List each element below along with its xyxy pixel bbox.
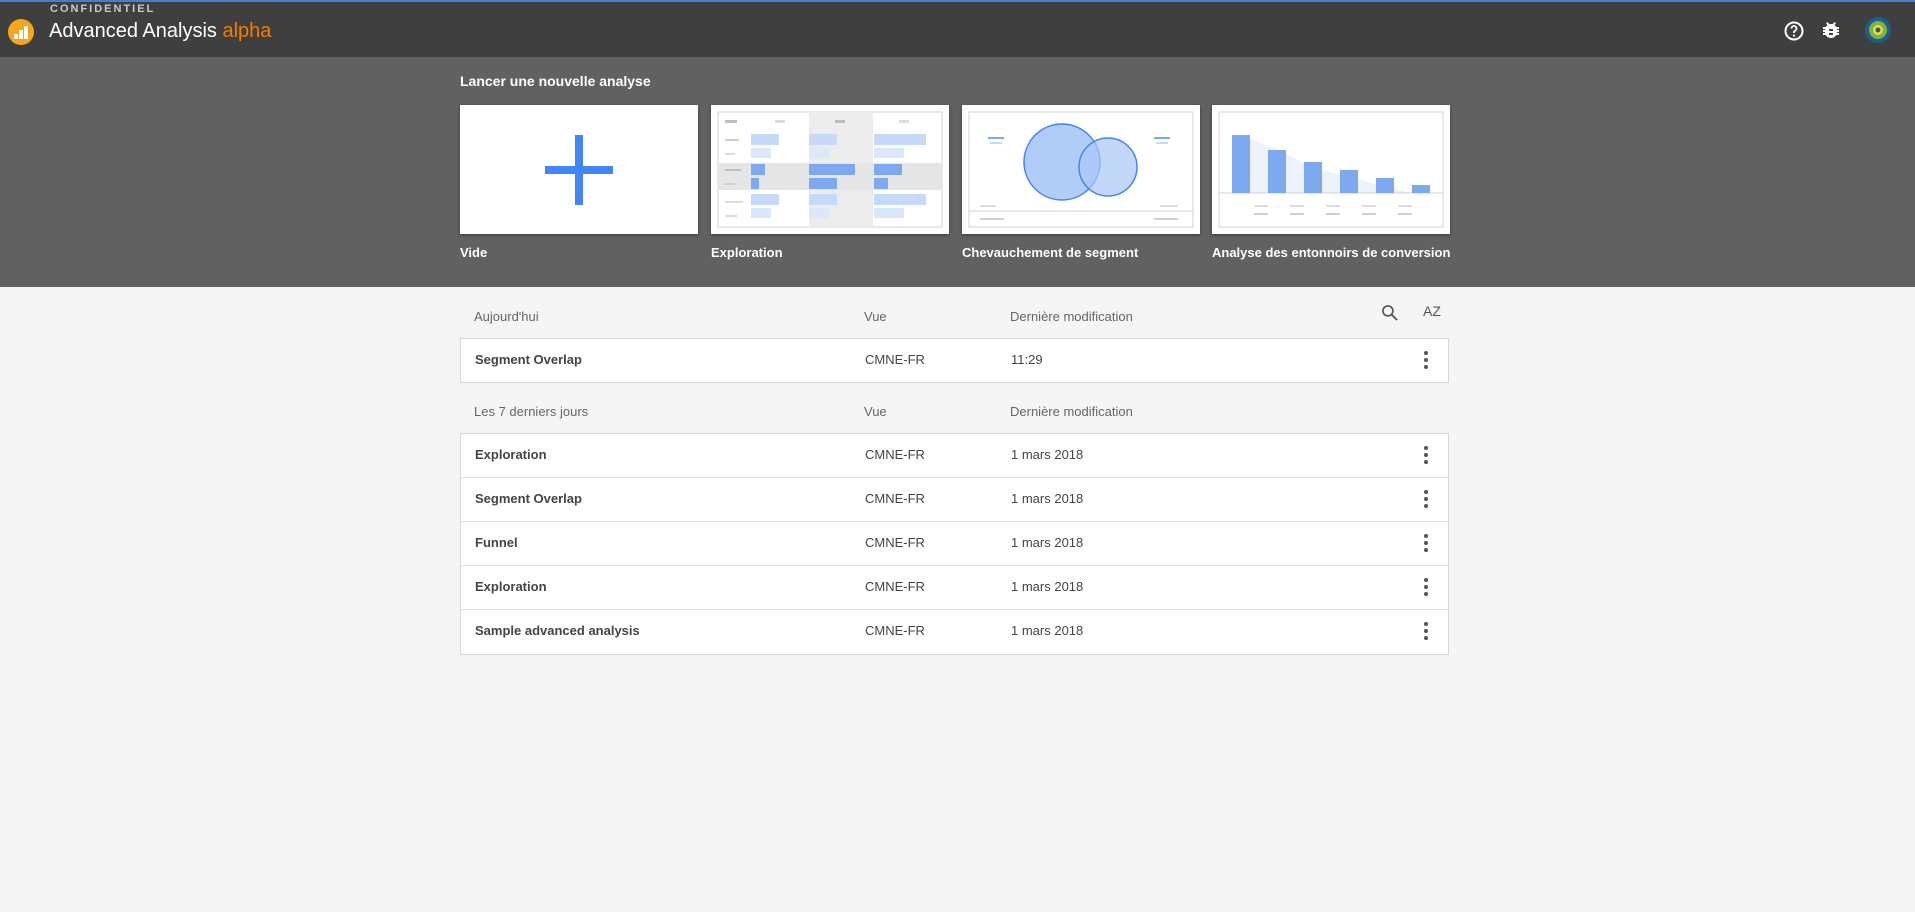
avatar[interactable]: [1864, 16, 1892, 44]
bug-report-icon[interactable]: [1819, 19, 1843, 43]
table-row[interactable]: Sample advanced analysis CMNE-FR 1 mars …: [461, 610, 1448, 654]
row-modified: 1 mars 2018: [1011, 623, 1084, 638]
row-name: Segment Overlap: [475, 352, 582, 367]
row-modified: 1 mars 2018: [1011, 579, 1084, 594]
help-icon[interactable]: [1782, 19, 1806, 43]
row-view: CMNE-FR: [865, 579, 925, 594]
template-card-funnel[interactable]: [1212, 105, 1450, 234]
row-modified: 11:29: [1011, 352, 1043, 367]
more-options-icon[interactable]: [1424, 534, 1428, 552]
app-title-text: Advanced Analysis: [49, 20, 217, 42]
last7-heading: Les 7 derniers jours: [474, 404, 589, 419]
template-card-exploration[interactable]: [711, 105, 949, 234]
row-name: Exploration: [475, 447, 547, 462]
last7-table: Exploration CMNE-FR 1 mars 2018 Segment …: [460, 433, 1449, 655]
search-icon[interactable]: [1380, 303, 1400, 323]
today-col-view: Vue: [864, 309, 887, 324]
new-analysis-title: Lancer une nouvelle analyse: [460, 73, 651, 89]
table-row[interactable]: Exploration CMNE-FR 1 mars 2018: [461, 566, 1448, 610]
sort-az-button[interactable]: AZ: [1423, 303, 1441, 319]
template-label-blank: Vide: [460, 245, 488, 260]
template-card-segment-overlap[interactable]: [962, 105, 1200, 234]
venn-thumbnail-icon: [968, 111, 1194, 228]
template-label-funnel: Analyse des entonnoirs de conversion: [1212, 245, 1451, 260]
last7-col-modified: Dernière modification: [1010, 404, 1133, 419]
row-name: Exploration: [475, 579, 547, 594]
row-name: Funnel: [475, 535, 518, 550]
more-options-icon[interactable]: [1424, 490, 1428, 508]
row-view: CMNE-FR: [865, 447, 925, 462]
last7-col-view: Vue: [864, 404, 887, 419]
top-bar: CONFIDENTIEL Advanced Analysis alpha: [0, 0, 1915, 57]
template-label-exploration: Exploration: [711, 245, 783, 260]
row-view: CMNE-FR: [865, 491, 925, 506]
confidential-label: CONFIDENTIEL: [50, 3, 156, 15]
new-analysis-panel: Lancer une nouvelle analyse Vide Explora…: [0, 57, 1915, 287]
plus-icon: [545, 135, 613, 205]
today-table: Segment Overlap CMNE-FR 11:29: [460, 338, 1449, 383]
row-view: CMNE-FR: [865, 352, 925, 367]
row-modified: 1 mars 2018: [1011, 535, 1084, 550]
row-name: Sample advanced analysis: [475, 623, 640, 638]
table-row[interactable]: Exploration CMNE-FR 1 mars 2018: [461, 434, 1448, 478]
app-title: Advanced Analysis alpha: [49, 20, 271, 43]
template-card-blank[interactable]: [460, 105, 698, 234]
table-row[interactable]: Segment Overlap CMNE-FR 1 mars 2018: [461, 478, 1448, 522]
more-options-icon[interactable]: [1424, 351, 1428, 369]
row-view: CMNE-FR: [865, 623, 925, 638]
exploration-thumbnail-icon: [717, 111, 943, 228]
sort-az-label: AZ: [1423, 303, 1441, 319]
more-options-icon[interactable]: [1424, 578, 1428, 596]
table-row[interactable]: Segment Overlap CMNE-FR 11:29: [461, 339, 1448, 382]
more-options-icon[interactable]: [1424, 622, 1428, 640]
more-options-icon[interactable]: [1424, 446, 1428, 464]
row-modified: 1 mars 2018: [1011, 447, 1084, 462]
row-name: Segment Overlap: [475, 491, 582, 506]
analytics-logo-icon: [8, 19, 34, 45]
template-label-segment-overlap: Chevauchement de segment: [962, 245, 1139, 260]
funnel-thumbnail-icon: [1218, 111, 1444, 228]
today-heading: Aujourd'hui: [474, 309, 539, 324]
row-modified: 1 mars 2018: [1011, 491, 1084, 506]
alpha-badge: alpha: [222, 20, 272, 42]
today-col-modified: Dernière modification: [1010, 309, 1133, 324]
row-view: CMNE-FR: [865, 535, 925, 550]
table-row[interactable]: Funnel CMNE-FR 1 mars 2018: [461, 522, 1448, 566]
